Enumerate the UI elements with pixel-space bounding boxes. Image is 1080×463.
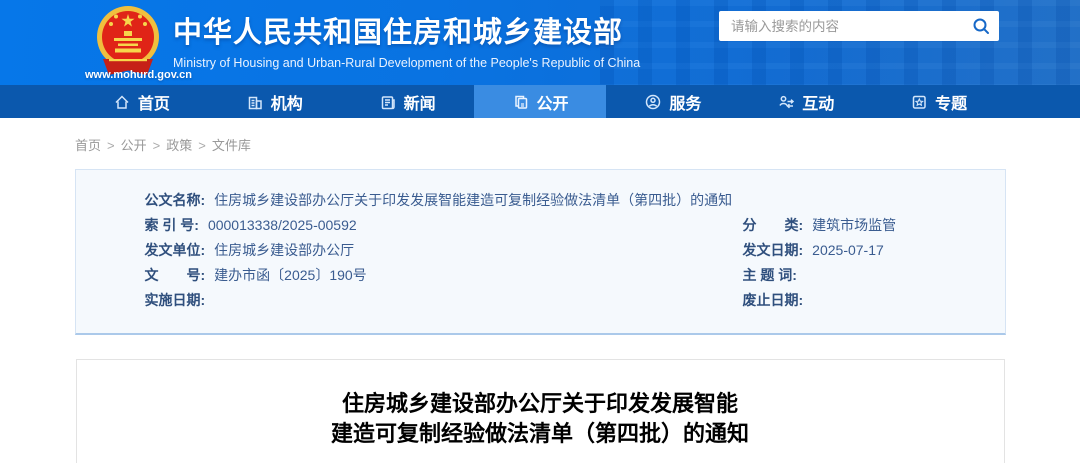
meta-value: 住房城乡建设部办公厅 [214,242,355,258]
nav-tab-home[interactable]: 首页 [75,85,208,118]
nav-tab-label: 首页 [137,95,170,113]
nav-tab-services[interactable]: 服务 [606,85,739,118]
news-icon [379,93,397,111]
breadcrumb-library[interactable]: 文件库 [212,138,251,153]
nav-tab-disclosure[interactable]: 公开 [473,85,607,118]
meta-label: 文 号: [144,267,206,283]
meta-value: 建筑市场监管 [812,217,897,233]
search-icon [973,18,989,34]
site-url: www.mohurd.gov.cn [85,69,192,81]
nav-tab-label: 专题 [935,95,968,113]
nav-tab-news[interactable]: 新闻 [341,85,474,118]
search-button[interactable] [963,11,999,41]
nav-tab-organization[interactable]: 机构 [208,85,341,118]
meta-label: 实施日期: [144,292,206,308]
meta-row: 文 号: 建办市函〔2025〕190号 主 题 词: [76,263,1005,288]
meta-value: 000013338/2025-00592 [207,217,357,233]
breadcrumb: 首页 > 公开 > 政策 > 文件库 [75,118,1005,154]
document-info-panel: 公文名称: 住房城乡建设部办公厅关于印发发展智能建造可复制经验做法清单（第四批）的… [74,169,1006,335]
document-title-line2: 建造可复制经验做法清单（第四批）的通知 [330,421,749,446]
meta-label: 发文单位: [144,242,206,258]
site-title-en: Ministry of Housing and Urban-Rural Deve… [173,56,641,70]
org-icon [246,93,264,111]
breadcrumb-disclosure[interactable]: 公开 [121,138,147,153]
site-title-cn: 中华人民共和国住房和城乡建设部 [173,17,624,49]
meta-row: 发文单位: 住房城乡建设部办公厅 发文日期: 2025-07-17 [76,238,1005,263]
document-title: 住房城乡建设部办公厅关于印发发展智能 建造可复制经验做法清单（第四批）的通知 [77,389,1004,449]
nav-tab-label: 公开 [536,95,569,113]
special-icon [910,93,928,111]
home-icon [113,93,131,111]
meta-row-document-name: 公文名称: 住房城乡建设部办公厅关于印发发展智能建造可复制经验做法清单（第四批）的… [76,188,1005,213]
nav-tab-label: 互动 [802,95,835,113]
meta-value: 建办市函〔2025〕190号 [214,267,367,283]
service-icon [644,93,662,111]
breadcrumb-separator: > [198,138,206,153]
search-bar [719,11,999,41]
document-title-line1: 住房城乡建设部办公厅关于印发发展智能 [341,391,738,416]
meta-label: 主 题 词: [742,267,797,283]
site-header: www.mohurd.gov.cn 中华人民共和国住房和城乡建设部 Minist… [0,0,1080,85]
nav-tab-special[interactable]: 专题 [872,85,1005,118]
search-input[interactable] [719,18,963,34]
article-panel: 住房城乡建设部办公厅关于印发发展智能 建造可复制经验做法清单（第四批）的通知 [75,359,1005,463]
meta-row: 索 引 号: 000013338/2025-00592 分 类: 建筑市场监管 [76,213,1005,238]
breadcrumb-separator: > [107,138,115,153]
breadcrumb-policy[interactable]: 政策 [166,138,192,153]
nav-tab-label: 机构 [270,95,303,113]
breadcrumb-separator: > [152,138,161,153]
meta-label: 废止日期: [742,292,804,308]
main-navigation: 首页 机构 新闻 公开 服务 互动 专题 [0,85,1080,118]
meta-row: 实施日期: 废止日期: [76,288,1005,313]
meta-label: 公文名称: [144,192,206,208]
national-emblem-icon [97,6,159,75]
interact-icon [777,93,795,111]
meta-value: 住房城乡建设部办公厅关于印发发展智能建造可复制经验做法清单（第四批）的通知 [214,192,733,208]
disclosure-icon [512,93,530,111]
nav-tab-label: 服务 [669,95,702,113]
meta-label: 分 类: [742,217,804,233]
meta-label: 索 引 号: [144,217,199,233]
nav-tab-label: 新闻 [403,95,436,113]
breadcrumb-home[interactable]: 首页 [75,138,101,153]
nav-tab-interaction[interactable]: 互动 [739,85,872,118]
meta-label: 发文日期: [742,242,804,258]
meta-value: 2025-07-17 [812,242,884,258]
